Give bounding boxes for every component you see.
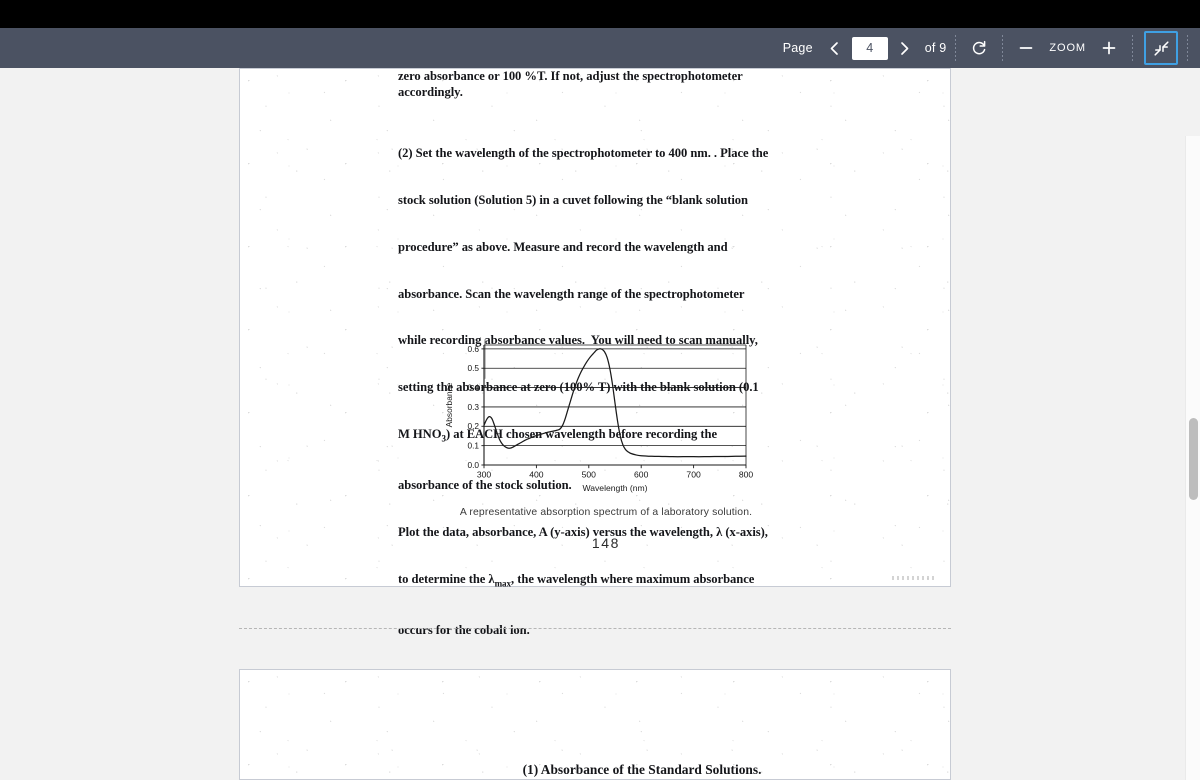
spectrum-curve: [483, 348, 747, 458]
pdf-viewer-toolbar: Page of 9 ZOOM: [0, 28, 1200, 68]
collapse-arrows-icon: [1153, 40, 1169, 56]
chart-y-axis-label: Absorbance: [444, 382, 454, 427]
document-scroll-area[interactable]: zero absorbance or 100 %T. If not, adjus…: [0, 68, 1200, 780]
paragraph-continued: zero absorbance or 100 %T. If not, adjus…: [398, 69, 743, 99]
y-tick-label: 0.4: [467, 382, 479, 392]
previous-page-button[interactable]: [821, 33, 849, 63]
toolbar-divider-4: [1187, 35, 1188, 61]
fit-to-screen-button[interactable]: [1144, 31, 1178, 65]
chevron-left-icon: [830, 41, 839, 55]
vertical-scrollbar[interactable]: [1185, 136, 1200, 780]
zoom-label: ZOOM: [1049, 42, 1086, 54]
page-separator: [239, 628, 951, 629]
toolbar-divider-3: [1132, 35, 1133, 61]
chart-tick-marks: [481, 348, 747, 469]
y-tick-label: 0.2: [467, 421, 479, 431]
scrollbar-thumb[interactable]: [1189, 418, 1198, 500]
para2-line-2: stock solution (Solution 5) in a cuvet f…: [398, 192, 748, 207]
page-folio-number: 148: [591, 535, 621, 551]
zoom-in-button[interactable]: [1095, 33, 1123, 63]
toolbar-divider-2: [1002, 35, 1004, 61]
para2-line-4: absorbance. Scan the wavelength range of…: [398, 286, 745, 301]
x-tick-label: 500: [582, 470, 597, 480]
y-tick-label: 0.3: [467, 402, 479, 412]
y-tick-label: 0.6: [467, 344, 479, 354]
y-tick-label: 0.5: [467, 363, 479, 373]
scan-smudge-mark: [892, 576, 934, 580]
absorption-spectrum-chart: 0.0 0.1 0.2 0.3 0.4 0.5 0.6 300 400 500 600 700 800…: [444, 344, 754, 493]
chart-y-tick-labels: 0.0 0.1 0.2 0.3 0.4 0.5 0.6: [467, 344, 479, 470]
rotate-button[interactable]: [965, 33, 993, 63]
next-page-button[interactable]: [891, 33, 919, 63]
x-tick-label: 800: [739, 470, 754, 480]
top-black-band: [0, 0, 1200, 28]
document-page-5: (1) Absorbance of the Standard Solutions…: [239, 669, 951, 780]
page-number-input[interactable]: [851, 36, 888, 60]
absorption-spectrum-figure: 0.0 0.1 0.2 0.3 0.4 0.5 0.6 300 400 500 600 700 800…: [436, 307, 776, 597]
para2-line-1: (2) Set the wavelength of the spectropho…: [398, 146, 769, 161]
y-tick-label: 0.0: [467, 460, 479, 470]
x-tick-label: 700: [686, 470, 701, 480]
page-count-label: of 9: [924, 41, 947, 55]
x-tick-label: 600: [634, 470, 649, 480]
minus-icon: [1020, 47, 1033, 49]
para2-line-11: occurs for the cobalt ion.: [398, 623, 530, 638]
zoom-out-button[interactable]: [1012, 33, 1040, 63]
page-label: Page: [782, 41, 813, 55]
chart-x-axis-label: Wavelength (nm): [582, 483, 647, 493]
y-tick-label: 0.1: [467, 441, 479, 451]
para2-line-7-a: M HNO: [398, 426, 442, 441]
rotate-icon: [973, 40, 986, 55]
x-tick-label: 300: [477, 470, 492, 480]
x-tick-label: 400: [529, 470, 544, 480]
chart-x-tick-labels: 300 400 500 600 700 800: [477, 470, 754, 480]
para2-line-3: procedure” as above. Measure and record …: [398, 239, 728, 254]
plus-icon: [1102, 41, 1116, 55]
chevron-right-icon: [901, 41, 909, 55]
zoom-group: ZOOM: [1012, 28, 1123, 68]
figure-caption: A representative absorption spectrum of …: [459, 507, 753, 518]
chart-gridlines: [484, 348, 746, 447]
page-5-heading: (1) Absorbance of the Standard Solutions…: [522, 762, 762, 777]
toolbar-divider-1: [955, 35, 957, 61]
page-navigation-group: Page of 9: [783, 28, 947, 68]
document-page-4: zero absorbance or 100 %T. If not, adjus…: [239, 68, 951, 637]
